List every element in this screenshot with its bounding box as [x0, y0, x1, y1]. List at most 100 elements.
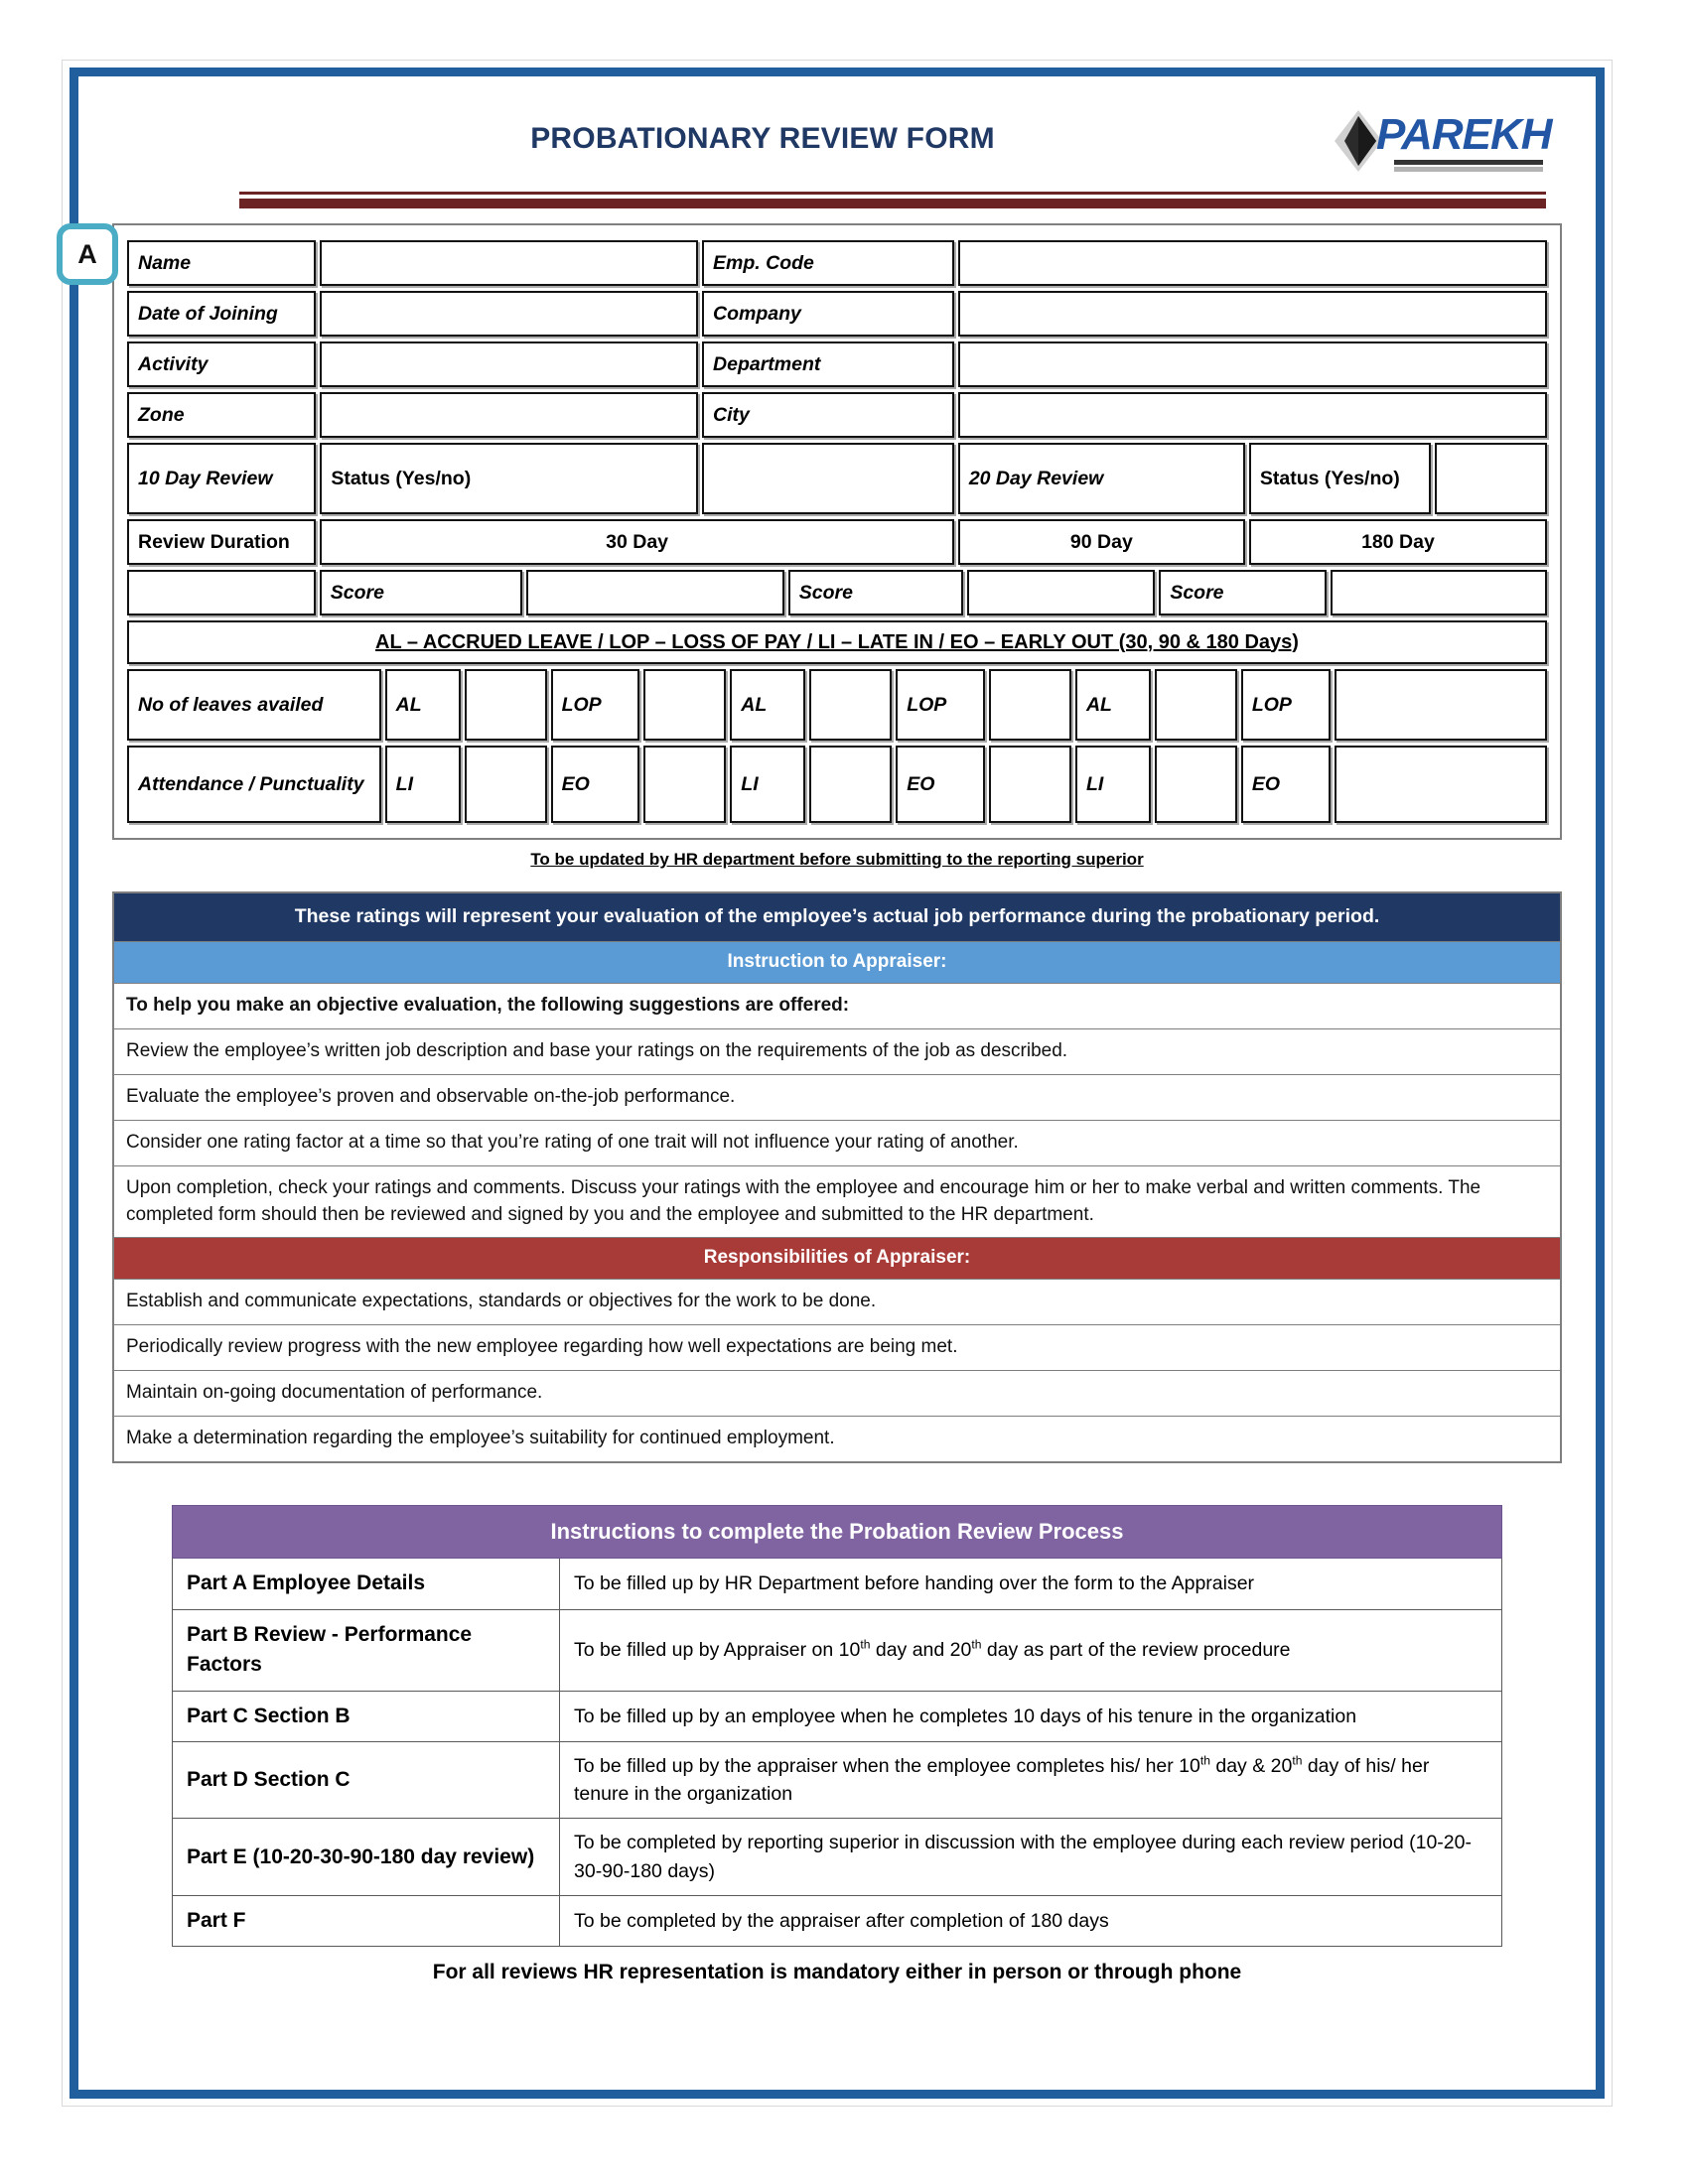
- ratings-intro-banner: These ratings will represent your evalua…: [113, 892, 1561, 942]
- field-input-al-90[interactable]: [809, 669, 893, 741]
- employee-details-table: Name Emp. Code Date of Joining Company A…: [123, 235, 1551, 570]
- field-input-date-of-joining[interactable]: [320, 291, 699, 337]
- field-input-score-30[interactable]: [525, 570, 784, 615]
- code-li-90: LI: [730, 746, 806, 823]
- code-eo-90: EO: [896, 746, 986, 823]
- part-a-marker: A: [57, 223, 118, 285]
- table-row: Make a determination regarding the emplo…: [113, 1416, 1561, 1463]
- field-input-name[interactable]: [320, 240, 699, 286]
- process-part-e-desc: To be completed by reporting superior in…: [559, 1818, 1502, 1897]
- field-input-lop-180[interactable]: [1334, 669, 1547, 741]
- process-part-f-desc: To be completed by the appraiser after c…: [559, 1895, 1502, 1948]
- instructions-table: These ratings will represent your evalua…: [113, 892, 1561, 1463]
- field-input-company[interactable]: [957, 291, 1547, 337]
- table-row: Instruction to Appraiser:: [113, 940, 1561, 984]
- document-content: PROBATIONARY REVIEW FORM PAREKH A Name E…: [57, 76, 1596, 2090]
- field-input-li-180[interactable]: [1154, 746, 1237, 823]
- table-row: Name Emp. Code: [127, 240, 1547, 286]
- field-label-name: Name: [127, 240, 317, 286]
- table-row: No of leaves availed AL LOP AL LOP AL LO…: [127, 669, 1547, 741]
- field-label-department: Department: [702, 341, 954, 387]
- field-label-emp-code: Emp. Code: [702, 240, 954, 286]
- code-al-30: AL: [384, 669, 461, 741]
- logo-wordmark: PAREKH: [1376, 110, 1553, 159]
- table-row: Instructions to complete the Probation R…: [172, 1505, 1502, 1560]
- list-item: Periodically review progress with the ne…: [113, 1324, 1561, 1372]
- table-row: Score Score Score: [127, 570, 1547, 615]
- logo-underline-bars: [1394, 160, 1543, 172]
- table-row: Consider one rating factor at a time so …: [113, 1119, 1561, 1166]
- legend-banner-table: AL – ACCRUED LEAVE / LOP – LOSS OF PAY /…: [123, 615, 1551, 669]
- table-row: Part E (10-20-30-90-180 day review) To b…: [172, 1818, 1502, 1897]
- process-part-e-label: Part E (10-20-30-90-180 day review): [172, 1818, 560, 1897]
- field-input-score-180[interactable]: [1331, 570, 1547, 615]
- table-row: Part B Review - Performance Factors To b…: [172, 1608, 1502, 1692]
- code-eo-180: EO: [1240, 746, 1331, 823]
- parekh-logo: PAREKH: [1333, 104, 1553, 176]
- table-row: These ratings will represent your evalua…: [113, 892, 1561, 942]
- table-row: Maintain on-going documentation of perfo…: [113, 1370, 1561, 1418]
- process-part-c-desc: To be filled up by an employee when he c…: [559, 1690, 1502, 1742]
- process-part-c-label: Part C Section B: [172, 1690, 560, 1742]
- label-status-10-day: Status (Yes/no): [320, 443, 699, 514]
- field-input-li-90[interactable]: [809, 746, 893, 823]
- score-table: Score Score Score: [123, 565, 1551, 620]
- list-item: Upon completion, check your ratings and …: [113, 1164, 1561, 1239]
- label-score-90: Score: [787, 570, 963, 615]
- table-row: Date of Joining Company: [127, 291, 1547, 337]
- document-header: PROBATIONARY REVIEW FORM PAREKH: [112, 100, 1562, 217]
- appraiser-lead-text: To help you make an objective evaluation…: [113, 982, 1561, 1029]
- field-input-lop-90[interactable]: [989, 669, 1071, 741]
- table-row: Part D Section C To be filled up by the …: [172, 1740, 1502, 1820]
- attendance-table: No of leaves availed AL LOP AL LOP AL LO…: [123, 664, 1551, 828]
- field-input-eo-30[interactable]: [643, 746, 727, 823]
- list-item: Review the employee’s written job descri…: [113, 1027, 1561, 1075]
- field-input-activity[interactable]: [320, 341, 699, 387]
- field-input-status-20-day[interactable]: [1435, 443, 1547, 514]
- field-input-department[interactable]: [957, 341, 1547, 387]
- field-input-eo-180[interactable]: [1334, 746, 1547, 823]
- field-input-status-10-day[interactable]: [702, 443, 954, 514]
- process-part-a-label: Part A Employee Details: [172, 1558, 560, 1610]
- table-row: Activity Department: [127, 341, 1547, 387]
- page-frame: PROBATIONARY REVIEW FORM PAREKH A Name E…: [57, 60, 1613, 2107]
- field-input-al-180[interactable]: [1154, 669, 1237, 741]
- label-no-of-leaves-availed: No of leaves availed: [127, 669, 381, 741]
- process-table: Instructions to complete the Probation R…: [172, 1505, 1502, 1948]
- field-input-eo-90[interactable]: [989, 746, 1071, 823]
- table-row: Part C Section B To be filled up by an e…: [172, 1690, 1502, 1742]
- list-item: Make a determination regarding the emplo…: [113, 1416, 1561, 1463]
- table-row: 10 Day Review Status (Yes/no) 20 Day Rev…: [127, 443, 1547, 514]
- field-input-emp-code[interactable]: [957, 240, 1547, 286]
- hr-representation-note: For all reviews HR representation is man…: [432, 1961, 1242, 1984]
- score-row-spacer: [127, 570, 316, 615]
- code-lop-30: LOP: [550, 669, 640, 741]
- list-item: Establish and communicate expectations, …: [113, 1279, 1561, 1326]
- header-rule-thick: [239, 199, 1546, 208]
- field-input-city[interactable]: [957, 392, 1547, 438]
- process-part-b-desc: To be filled up by Appraiser on 10th day…: [559, 1608, 1502, 1692]
- table-row: Review the employee’s written job descri…: [113, 1027, 1561, 1075]
- field-input-score-90[interactable]: [966, 570, 1156, 615]
- field-input-al-30[interactable]: [464, 669, 547, 741]
- page-inner-border: PROBATIONARY REVIEW FORM PAREKH A Name E…: [57, 68, 1605, 2099]
- label-20-day-review: 20 Day Review: [957, 443, 1245, 514]
- code-eo-30: EO: [550, 746, 640, 823]
- instructions-block: These ratings will represent your evalua…: [112, 891, 1562, 1464]
- process-part-d-label: Part D Section C: [172, 1740, 560, 1820]
- table-row: Periodically review progress with the ne…: [113, 1324, 1561, 1372]
- table-row: Review Duration 30 Day 90 Day 180 Day: [127, 519, 1547, 565]
- label-score-180: Score: [1159, 570, 1328, 615]
- field-input-li-30[interactable]: [464, 746, 547, 823]
- code-lop-90: LOP: [896, 669, 986, 741]
- field-label-date-of-joining: Date of Joining: [127, 291, 317, 337]
- code-li-180: LI: [1074, 746, 1151, 823]
- field-label-company: Company: [702, 291, 954, 337]
- duration-30-day: 30 Day: [320, 519, 954, 565]
- code-li-30: LI: [384, 746, 461, 823]
- field-input-lop-30[interactable]: [643, 669, 727, 741]
- field-input-zone[interactable]: [320, 392, 699, 438]
- table-row: Establish and communicate expectations, …: [113, 1279, 1561, 1326]
- table-row: Upon completion, check your ratings and …: [113, 1164, 1561, 1239]
- table-row: Evaluate the employee’s proven and obser…: [113, 1073, 1561, 1121]
